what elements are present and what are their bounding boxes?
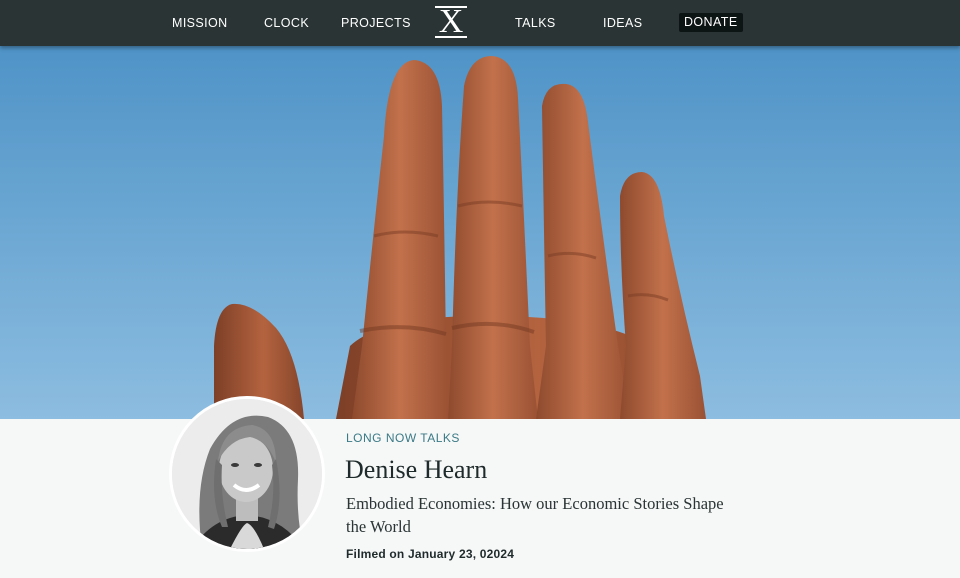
speaker-portrait	[172, 399, 322, 549]
nav-item-talks[interactable]: TALKS	[515, 0, 556, 46]
nav-item-clock[interactable]: CLOCK	[264, 0, 309, 46]
speaker-name: Denise Hearn	[345, 455, 488, 484]
hand-sculpture-illustration	[214, 56, 706, 419]
hero-image	[0, 46, 960, 419]
top-navigation: MISSION CLOCK PROJECTS X TALKS IDEAS DON…	[0, 0, 960, 46]
nav-item-projects[interactable]: PROJECTS	[341, 0, 411, 46]
nav-item-mission[interactable]: MISSION	[172, 0, 228, 46]
filmed-date: Filmed on January 23, 02024	[346, 547, 515, 561]
nav-item-ideas[interactable]: IDEAS	[603, 0, 643, 46]
logo-bar-bottom	[435, 36, 467, 38]
talk-title: Embodied Economies: How our Economic Sto…	[346, 494, 724, 536]
talk-series-label[interactable]: LONG NOW TALKS	[346, 431, 460, 445]
logo-letter: X	[438, 3, 464, 40]
speaker-avatar	[169, 396, 325, 552]
donate-button[interactable]: DONATE	[679, 13, 743, 32]
long-now-logo-icon[interactable]: X	[432, 4, 470, 40]
